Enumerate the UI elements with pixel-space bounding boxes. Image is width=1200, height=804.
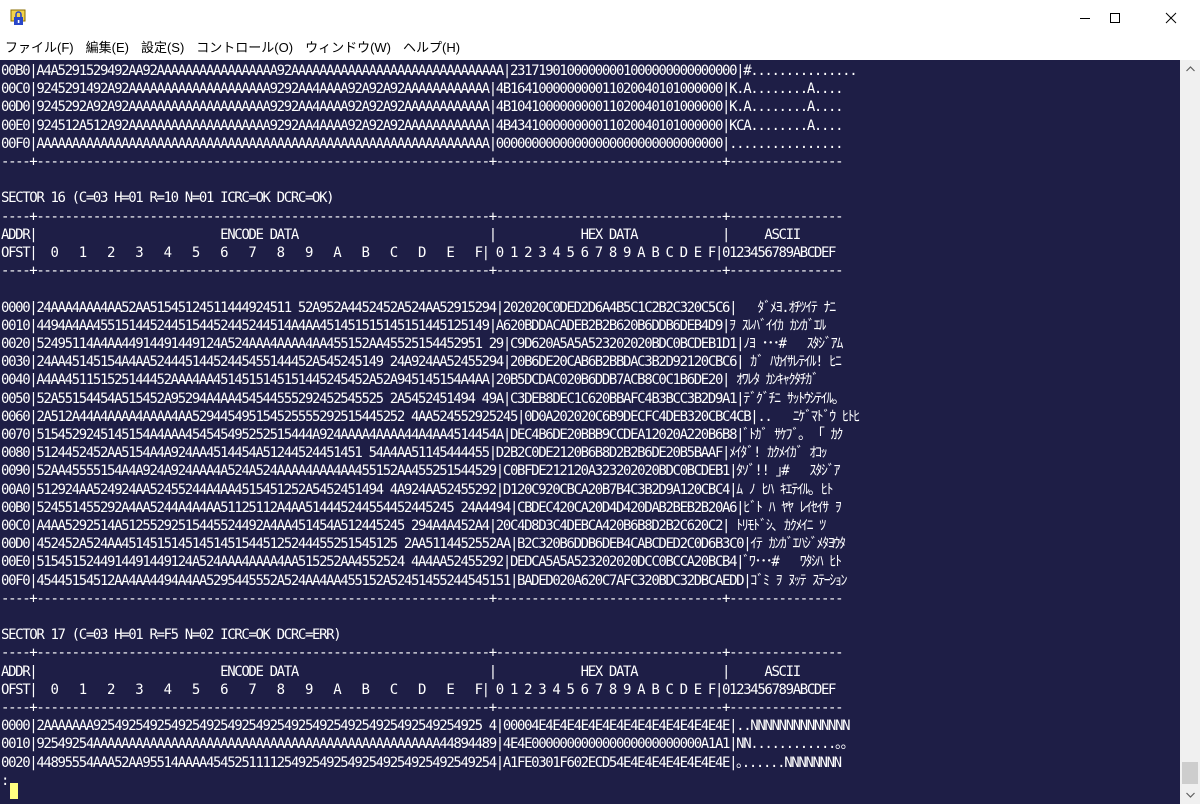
menu-window[interactable]: ウィンドウ(W) xyxy=(299,36,397,60)
console-line: 0050|52A55154454A515452A95294A4AA4545445… xyxy=(1,390,839,407)
console-line: 0040|A4AA451151525144452AAA4AA4514515145… xyxy=(1,372,825,389)
menu-edit[interactable]: 編集(E) xyxy=(80,36,135,60)
console-line: ----+-----------------------------------… xyxy=(1,645,844,662)
console-line: ----+-----------------------------------… xyxy=(1,263,844,280)
scrollbar-thumb[interactable] xyxy=(1182,762,1198,784)
console-line: : xyxy=(1,772,9,789)
title-bar xyxy=(0,0,1200,36)
scroll-up-button[interactable] xyxy=(1180,60,1200,78)
console-line: 0010|4494A4AA455151445244515445244524451… xyxy=(1,317,826,334)
console-line: ----+-----------------------------------… xyxy=(1,700,844,716)
console-line: 00E0|5154515244914491449124A524AAA4AAAA4… xyxy=(1,554,842,571)
terminal-console[interactable]: 00B0|A4A5291529492AA92AAAAAAAAAAAAAAAAA9… xyxy=(0,60,1180,804)
console-line: 00B0|524551455292A4AA5244A4A4AA51125112A… xyxy=(1,499,842,516)
console-line: OFST| 0 1 2 3 4 5 6 7 8 9 A B C D E F| 0… xyxy=(1,681,836,698)
console-line: 00B0|A4A5291529492AA92AAAAAAAAAAAAAAAAA9… xyxy=(1,63,858,79)
console-line: ----+-----------------------------------… xyxy=(1,208,844,225)
menu-control[interactable]: コントロール(O) xyxy=(190,36,299,60)
console-line: ADDR| ENCODE DATA | HEX DATA | ASCII xyxy=(1,226,801,243)
close-button[interactable] xyxy=(1148,0,1194,36)
console-line: 00C0|9245291492A92AAAAAAAAAAAAAAAAAAAA92… xyxy=(1,81,844,98)
console-line: 0020|52495114A4AA44914491449124A524AAA4A… xyxy=(1,336,843,352)
console-line: SECTOR 17 (C=03 H=01 R=F5 N=02 ICRC=OK D… xyxy=(1,627,342,644)
console-line: 00E0|924512A512A92AAAAAAAAAAAAAAAAAAAA92… xyxy=(1,117,844,134)
minimize-icon xyxy=(1080,18,1090,19)
console-line: 0070|5154529245145154A4AAA45454549525251… xyxy=(1,427,843,443)
console-line: 00F0|45445154512AA4AA4494A4AA5295445552A… xyxy=(1,572,848,589)
menu-file[interactable]: ファイル(F) xyxy=(0,36,80,60)
console-line: 0060|2A512A44A4AAAA4AAAA4AA5294454951545… xyxy=(1,408,860,425)
text-cursor xyxy=(10,783,18,799)
console-line: 0090|52AA45555154A4A924A924AAA4A524A524A… xyxy=(1,463,840,480)
console-line: 00D0|9245292A92A92AAAAAAAAAAAAAAAAAAAA92… xyxy=(1,99,844,116)
console-line: 0080|5124452452AA5154A4A924AA4514454A512… xyxy=(1,445,828,462)
scroll-down-button[interactable] xyxy=(1180,786,1200,804)
maximize-icon xyxy=(1110,13,1120,23)
chevron-down-icon xyxy=(1185,792,1195,798)
console-line: 00D0|452452A524AA45145151451451451544512… xyxy=(1,536,846,553)
menu-help[interactable]: ヘルプ(H) xyxy=(397,36,466,60)
chevron-up-icon xyxy=(1185,66,1195,72)
console-line: 0000|24AAA4AAA4AA52AA5154512451144492451… xyxy=(1,299,836,316)
console-line: 0020|44895554AAA52AA95514AAAA45452511112… xyxy=(1,754,842,771)
menu-settings[interactable]: 設定(S) xyxy=(135,36,190,60)
console-line: 0030|24AA45145154A4AA5244451445244545514… xyxy=(1,354,842,371)
console-line: ----+-----------------------------------… xyxy=(1,590,844,607)
console-line: OFST| 0 1 2 3 4 5 6 7 8 9 A B C D E F| 0… xyxy=(1,245,836,261)
console-line: SECTOR 16 (C=03 H=01 R=10 N=01 ICRC=OK D… xyxy=(1,190,335,207)
console-line: ----+-----------------------------------… xyxy=(1,154,844,170)
menu-bar: ファイル(F) 編集(E) 設定(S) コントロール(O) ウィンドウ(W) ヘ… xyxy=(0,36,1200,60)
close-icon xyxy=(1165,12,1177,24)
console-line: ADDR| ENCODE DATA | HEX DATA | ASCII xyxy=(1,663,801,680)
vertical-scrollbar[interactable] xyxy=(1180,60,1200,804)
maximize-button[interactable] xyxy=(1092,0,1138,36)
console-line: 00F0|AAAAAAAAAAAAAAAAAAAAAAAAAAAAAAAAAAA… xyxy=(1,135,844,152)
console-line: 0010|92549254AAAAAAAAAAAAAAAAAAAAAAAAAAA… xyxy=(1,736,848,753)
console-line: 0000|2AAAAAAA925492549254925492549254925… xyxy=(1,718,851,735)
console-line: 00A0|512924AA524924AA52455244A4AA4515451… xyxy=(1,481,833,498)
console-line: 00C0|A4AA5292514A51255292515445524492A4A… xyxy=(1,518,826,534)
app-lock-icon[interactable] xyxy=(10,9,28,27)
